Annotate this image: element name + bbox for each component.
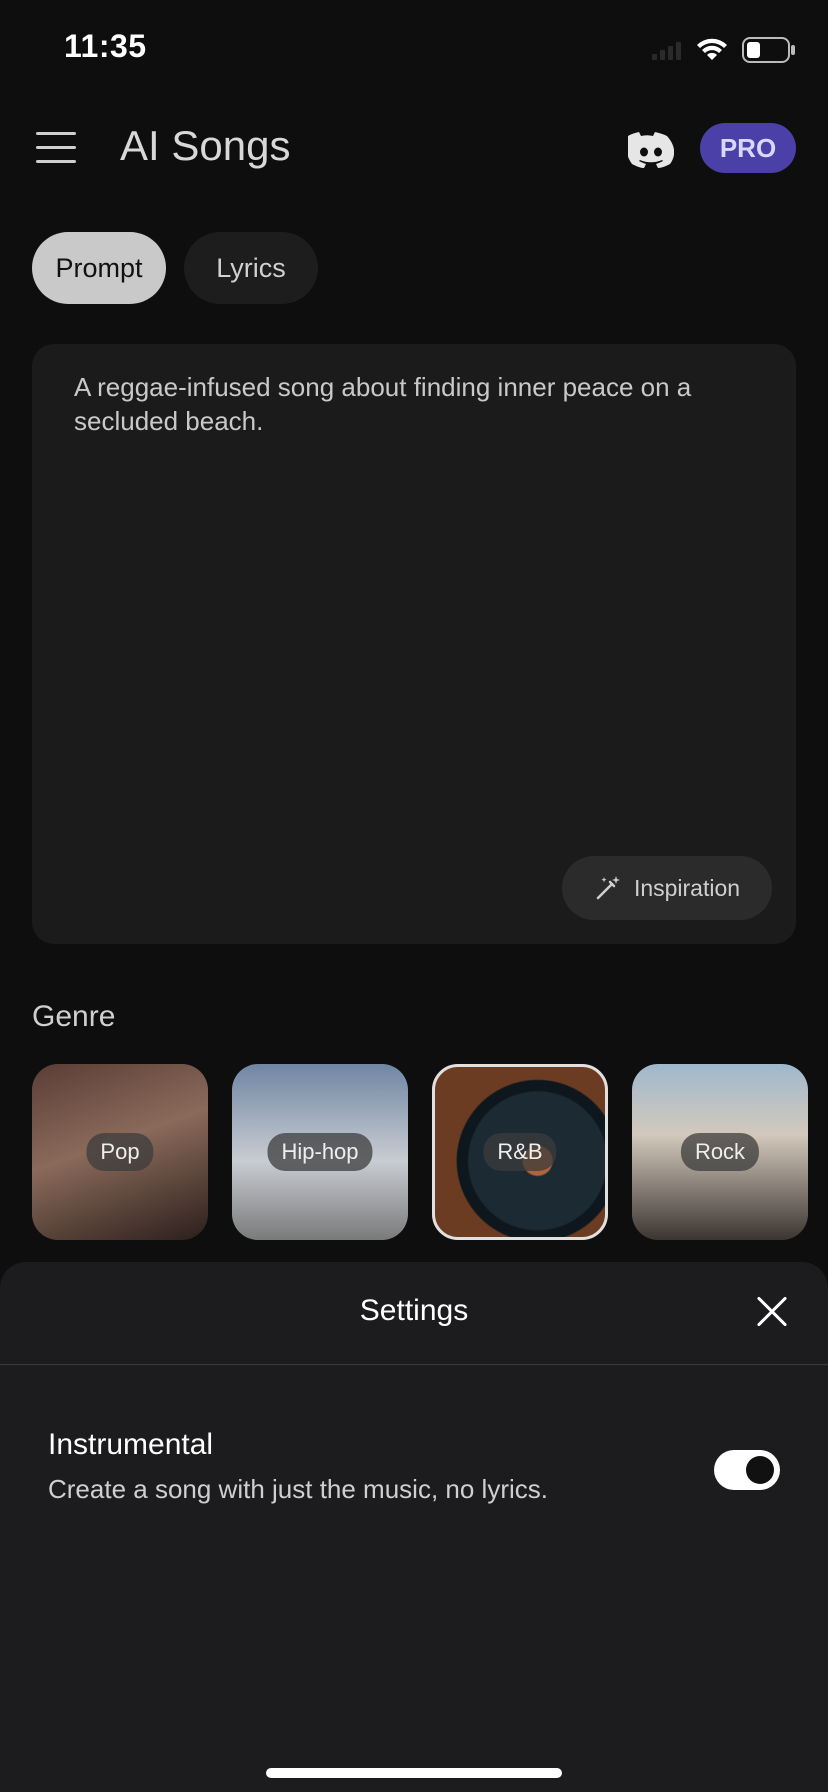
pro-button[interactable]: PRO [700, 123, 796, 173]
home-indicator[interactable] [266, 1768, 562, 1778]
close-icon[interactable] [756, 1296, 788, 1328]
tab-lyrics[interactable]: Lyrics [184, 232, 318, 304]
genre-label: Pop [86, 1133, 154, 1171]
genre-label: R&B [483, 1133, 557, 1171]
inspiration-button[interactable]: Inspiration [562, 856, 772, 920]
genre-heading: Genre [32, 1000, 116, 1033]
tab-prompt[interactable]: Prompt [32, 232, 166, 304]
genre-card-rock[interactable]: Rock [632, 1064, 808, 1240]
genre-card-rnb[interactable]: R&B [432, 1064, 608, 1240]
toggle-knob [746, 1456, 774, 1484]
genre-card-hip-hop[interactable]: Hip-hop [232, 1064, 408, 1240]
app-header: AI Songs PRO [0, 110, 828, 190]
settings-sheet: Settings Instrumental Create a song with… [0, 1262, 828, 1792]
magic-wand-icon [596, 876, 620, 900]
status-bar: 11:35 [0, 0, 828, 100]
divider [0, 1364, 828, 1365]
genre-card-pop[interactable]: Pop [32, 1064, 208, 1240]
signal-icon [652, 42, 681, 60]
menu-icon[interactable] [36, 132, 76, 164]
sheet-title: Settings [359, 1294, 469, 1327]
prompt-card: A reggae-infused song about finding inne… [32, 344, 796, 944]
instrumental-toggle[interactable] [714, 1450, 780, 1490]
instrumental-title: Instrumental [48, 1428, 214, 1461]
wifi-icon [697, 38, 727, 60]
instrumental-description: Create a song with just the music, no ly… [48, 1474, 548, 1504]
battery-icon [742, 37, 795, 63]
page-title: AI Songs [120, 122, 291, 169]
genre-list: Pop Hip-hop R&B Rock [32, 1064, 808, 1240]
discord-icon[interactable] [628, 132, 674, 168]
mode-tabs: Prompt Lyrics [32, 232, 318, 304]
inspiration-label: Inspiration [633, 874, 741, 901]
status-time: 11:35 [64, 28, 147, 64]
status-icons [652, 34, 796, 66]
genre-label: Hip-hop [267, 1133, 373, 1171]
prompt-textarea[interactable]: A reggae-infused song about finding inne… [74, 370, 764, 438]
genre-label: Rock [680, 1133, 760, 1171]
